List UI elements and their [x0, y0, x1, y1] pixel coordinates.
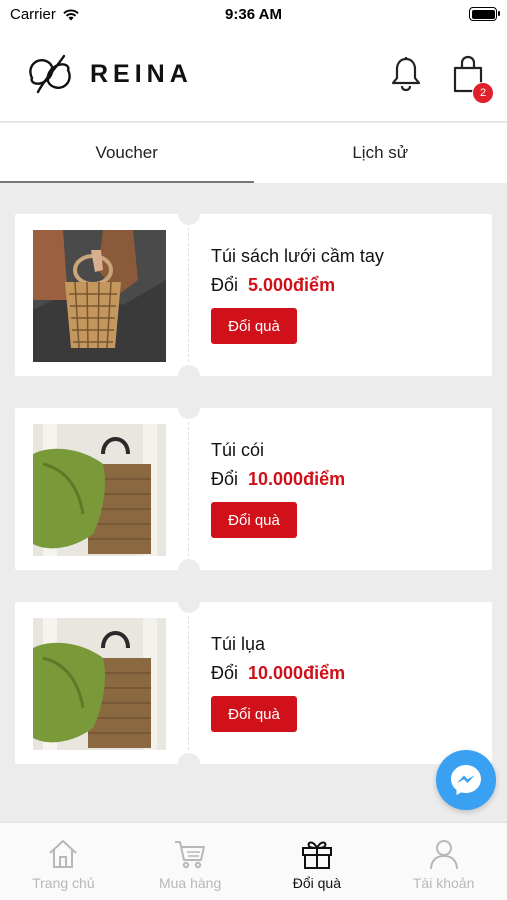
product-image: [33, 230, 166, 362]
voucher-card[interactable]: Túi sách lưới cầm tay Đổi 5.000điểm Đổi q…: [15, 203, 492, 387]
nav-label: Tài khoản: [412, 875, 475, 891]
ticket-notch: [178, 559, 200, 581]
status-bar: Carrier 9:36 AM: [0, 0, 507, 30]
voucher-tabs: Voucher Lịch sử: [0, 123, 507, 183]
ticket-divider: [188, 228, 189, 362]
points-price: Đổi 5.000điểm: [211, 275, 384, 296]
points-price: Đổi 10.000điểm: [211, 663, 345, 684]
voucher-list: Túi sách lưới cầm tay Đổi 5.000điểm Đổi q…: [15, 203, 492, 796]
points-label: Đổi: [211, 275, 239, 295]
nav-label: Trang chủ: [32, 875, 95, 891]
messenger-icon: [451, 765, 481, 795]
ticket-notch: [178, 753, 200, 775]
nav-label: Mua hàng: [158, 875, 222, 891]
ticket-notch: [178, 591, 200, 613]
gift-icon: [301, 841, 332, 869]
ticket-divider: [188, 422, 189, 556]
ticket-notch: [178, 397, 200, 419]
points-label: Đổi: [211, 469, 239, 489]
nav-item-home[interactable]: Trang chủ: [0, 823, 127, 900]
nav-item-rewards[interactable]: Đổi quà: [254, 823, 381, 900]
nav-item-shop[interactable]: Mua hàng: [127, 823, 254, 900]
brand-name: REINA: [90, 59, 193, 88]
nav-label: Đổi quà: [292, 875, 341, 891]
cart-count-badge: 2: [472, 82, 494, 104]
nav-item-account[interactable]: Tài khoản: [380, 823, 507, 900]
voucher-info: Túi cói Đổi 10.000điểm Đổi quà: [211, 440, 345, 538]
status-time: 9:36 AM: [225, 6, 282, 23]
battery-icon: [469, 7, 500, 21]
voucher-card[interactable]: Túi lụa Đổi 10.000điểm Đổi quà: [15, 591, 492, 775]
product-name: Túi sách lưới cầm tay: [211, 246, 384, 266]
points-value: 10.000điểm: [248, 469, 346, 489]
bottom-navigation: Trang chủ Mua hàng Đổi quà Tài khoản: [0, 822, 507, 900]
product-image: [33, 424, 166, 556]
tab-history[interactable]: Lịch sử: [254, 123, 507, 183]
brand-logo[interactable]: REINA: [24, 48, 193, 100]
ticket-divider: [188, 616, 189, 750]
points-value: 5.000điểm: [248, 275, 336, 295]
messenger-chat-button[interactable]: [436, 750, 496, 810]
tab-voucher[interactable]: Voucher: [0, 123, 254, 183]
voucher-card[interactable]: Túi cói Đổi 10.000điểm Đổi quà: [15, 397, 492, 581]
ticket-notch: [178, 203, 200, 225]
notification-bell-icon[interactable]: [390, 56, 422, 92]
product-name: Túi cói: [211, 440, 265, 460]
product-image: [33, 618, 166, 750]
product-name: Túi lụa: [211, 634, 266, 654]
cart-icon: [175, 841, 206, 869]
points-label: Đổi: [211, 663, 239, 683]
user-icon: [429, 840, 458, 870]
voucher-info: Túi sách lưới cầm tay Đổi 5.000điểm Đổi q…: [211, 246, 384, 344]
logo-mark-icon: [29, 54, 71, 94]
redeem-button[interactable]: Đổi quà: [211, 308, 297, 344]
app-header: REINA 2: [0, 30, 507, 122]
redeem-button[interactable]: Đổi quà: [211, 502, 297, 538]
redeem-button[interactable]: Đổi quà: [211, 696, 297, 732]
points-value: 10.000điểm: [248, 663, 346, 683]
ticket-notch: [178, 365, 200, 387]
home-icon: [49, 840, 78, 868]
points-price: Đổi 10.000điểm: [211, 469, 345, 490]
voucher-info: Túi lụa Đổi 10.000điểm Đổi quà: [211, 634, 345, 732]
